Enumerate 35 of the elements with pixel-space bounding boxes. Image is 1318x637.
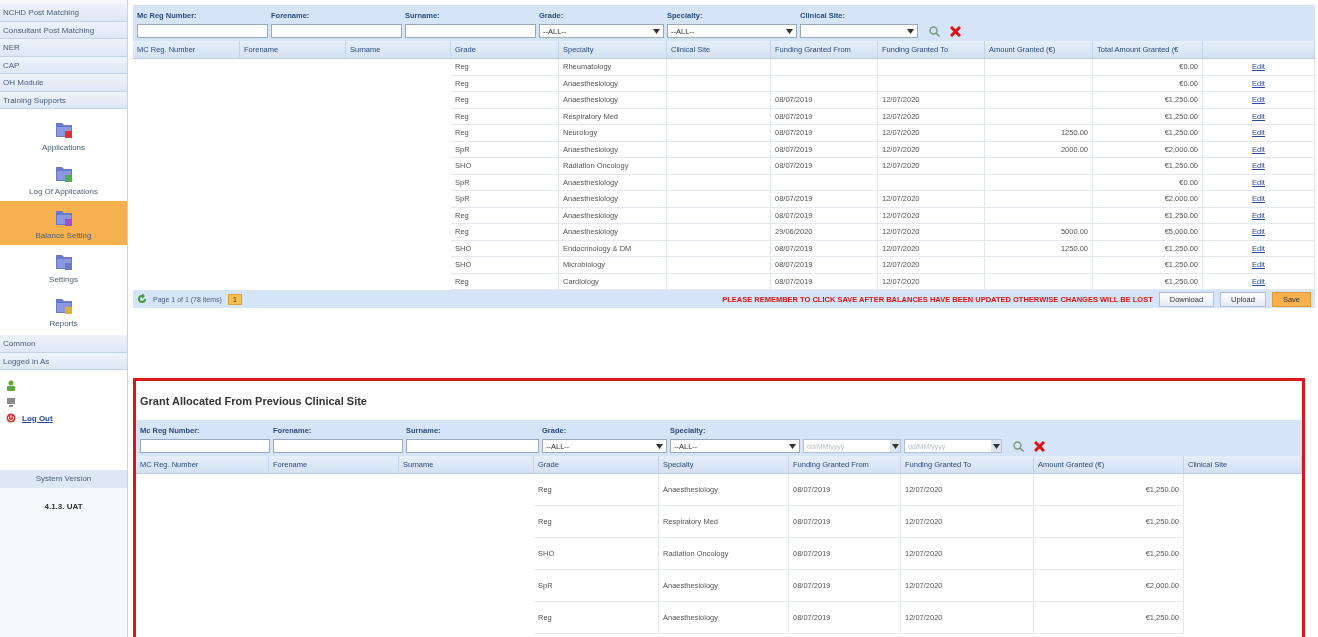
- caret-icon: [653, 28, 660, 34]
- nav-item[interactable]: Log Of Applications: [0, 157, 127, 201]
- clear-icon[interactable]: [1034, 440, 1045, 452]
- user-icon: [6, 380, 16, 391]
- text-field[interactable]: [271, 24, 402, 38]
- nav-group-header[interactable]: Common: [0, 335, 127, 353]
- text-field[interactable]: [273, 439, 403, 453]
- computer-icon: [6, 397, 16, 407]
- caret-icon: [891, 443, 899, 449]
- text-field[interactable]: [406, 439, 539, 453]
- power-icon[interactable]: [6, 413, 16, 423]
- text-field[interactable]: [137, 24, 268, 38]
- section-title: Grant Allocated From Previous Clinical Site: [139, 394, 368, 409]
- refresh-icon[interactable]: [137, 294, 147, 304]
- nav-group-header[interactable]: OH Module: [0, 74, 127, 92]
- nav-item[interactable]: Balance Setting: [0, 201, 127, 245]
- version-number: 4.1.3. UAT: [43, 501, 84, 511]
- logout-link[interactable]: Log Out: [22, 413, 53, 423]
- clear-icon[interactable]: [950, 25, 961, 37]
- version-label: System Version: [0, 470, 127, 488]
- search-icon[interactable]: [1013, 440, 1024, 452]
- text-field[interactable]: [140, 439, 270, 453]
- caret-icon: [992, 443, 1000, 449]
- nav-item[interactable]: Settings: [0, 245, 127, 289]
- caret-icon: [907, 28, 914, 34]
- text-field[interactable]: [405, 24, 536, 38]
- caret-icon: [656, 443, 663, 449]
- caret-icon: [789, 443, 796, 449]
- search-icon[interactable]: [929, 25, 940, 37]
- caret-icon: [786, 28, 793, 34]
- nav-item[interactable]: Applications: [0, 113, 127, 157]
- nav-group-header[interactable]: NER: [0, 39, 127, 57]
- nav-item[interactable]: Reports: [0, 289, 127, 333]
- select-field[interactable]: [800, 24, 918, 38]
- nav-group-header[interactable]: NCHD Post Matching: [0, 4, 127, 22]
